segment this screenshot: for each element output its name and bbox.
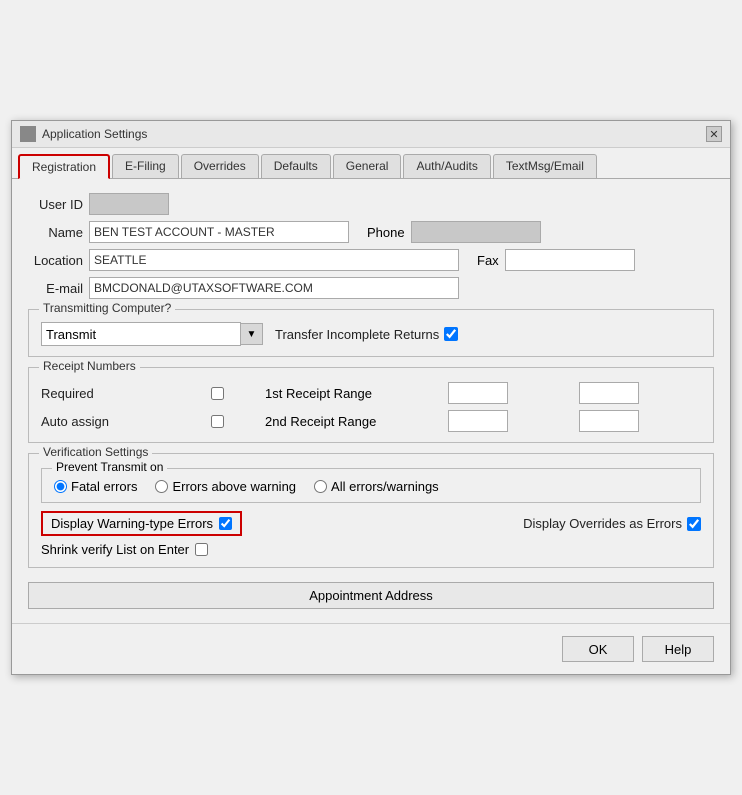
email-label: E-mail	[28, 281, 83, 296]
transmit-select-wrapper: Transmit ▼	[41, 322, 263, 346]
location-row: Location Fax	[28, 249, 714, 271]
location-label: Location	[28, 253, 83, 268]
second-range-input-1[interactable]	[448, 410, 508, 432]
transfer-incomplete-checkbox[interactable]	[444, 327, 458, 341]
transfer-incomplete-label: Transfer Incomplete Returns	[275, 327, 458, 342]
tab-registration[interactable]: Registration	[18, 154, 110, 179]
name-label: Name	[28, 225, 83, 240]
tab-auth-audits[interactable]: Auth/Audits	[403, 154, 490, 178]
transfer-incomplete-text: Transfer Incomplete Returns	[275, 327, 439, 342]
appointment-address-button[interactable]: Appointment Address	[28, 582, 714, 609]
fatal-errors-radio[interactable]	[54, 480, 67, 493]
tab-content: User ID Name Phone Location Fax E-mail	[12, 179, 730, 623]
email-input[interactable]	[89, 277, 459, 299]
user-id-input[interactable]	[89, 193, 169, 215]
fax-label: Fax	[477, 253, 499, 268]
tabs-bar: Registration E-Filing Overrides Defaults…	[12, 148, 730, 179]
name-input[interactable]	[89, 221, 349, 243]
user-id-label: User ID	[28, 197, 83, 212]
errors-above-warning-label: Errors above warning	[155, 479, 296, 494]
first-range-input-1[interactable]	[448, 382, 508, 404]
second-range-label: 2nd Receipt Range	[265, 414, 438, 429]
window-title: Application Settings	[42, 127, 147, 141]
phone-label: Phone	[367, 225, 405, 240]
receipt-grid: Required 1st Receipt Range Auto assign 2…	[41, 382, 701, 432]
fax-group: Fax	[477, 249, 635, 271]
shrink-verify-checkbox[interactable]	[195, 543, 208, 556]
errors-above-warning-text: Errors above warning	[172, 479, 296, 494]
transmit-row: Transmit ▼ Transfer Incomplete Returns	[41, 322, 701, 346]
phone-input[interactable]	[411, 221, 541, 243]
prevent-transmit-radio-row: Fatal errors Errors above warning All er…	[54, 479, 688, 494]
prevent-transmit-box: Prevent Transmit on Fatal errors Errors …	[41, 468, 701, 503]
required-label: Required	[41, 386, 170, 401]
auto-assign-text: Auto assign	[41, 414, 109, 429]
user-id-row: User ID	[28, 193, 714, 215]
tab-efiling[interactable]: E-Filing	[112, 154, 179, 178]
all-errors-text: All errors/warnings	[331, 479, 439, 494]
first-range-input-2[interactable]	[579, 382, 639, 404]
phone-group: Phone	[367, 221, 541, 243]
display-overrides-text: Display Overrides as Errors	[523, 516, 682, 531]
fatal-errors-text: Fatal errors	[71, 479, 137, 494]
close-button[interactable]: ✕	[706, 126, 722, 142]
fatal-errors-label: Fatal errors	[54, 479, 137, 494]
ok-button[interactable]: OK	[562, 636, 634, 662]
verification-section: Verification Settings Prevent Transmit o…	[28, 453, 714, 568]
first-range-label: 1st Receipt Range	[265, 386, 438, 401]
required-checkbox[interactable]	[180, 387, 255, 400]
footer: OK Help	[12, 623, 730, 674]
transmit-select[interactable]: Transmit	[41, 322, 241, 346]
shrink-verify-row: Shrink verify List on Enter	[41, 542, 701, 557]
help-button[interactable]: Help	[642, 636, 714, 662]
display-overrides-label: Display Overrides as Errors	[523, 516, 701, 531]
warning-overrides-row: Display Warning-type Errors Display Over…	[41, 511, 701, 536]
select-dropdown-arrow[interactable]: ▼	[241, 323, 263, 345]
tab-textmsg-email[interactable]: TextMsg/Email	[493, 154, 597, 178]
auto-assign-label: Auto assign	[41, 414, 170, 429]
app-icon	[20, 126, 36, 142]
all-errors-radio[interactable]	[314, 480, 327, 493]
tab-defaults[interactable]: Defaults	[261, 154, 331, 178]
title-bar: Application Settings ✕	[12, 121, 730, 148]
errors-above-warning-radio[interactable]	[155, 480, 168, 493]
fax-input[interactable]	[505, 249, 635, 271]
display-warning-checkbox[interactable]	[219, 517, 232, 530]
transmitting-section: Transmitting Computer? Transmit ▼ Transf…	[28, 309, 714, 357]
display-warning-highlighted: Display Warning-type Errors	[41, 511, 242, 536]
location-input[interactable]	[89, 249, 459, 271]
all-errors-label: All errors/warnings	[314, 479, 439, 494]
receipt-numbers-section: Receipt Numbers Required 1st Receipt Ran…	[28, 367, 714, 443]
tab-general[interactable]: General	[333, 154, 402, 178]
prevent-transmit-title: Prevent Transmit on	[52, 460, 167, 474]
receipt-numbers-title: Receipt Numbers	[39, 359, 140, 373]
auto-assign-checkbox[interactable]	[180, 415, 255, 428]
required-text: Required	[41, 386, 94, 401]
transmitting-title: Transmitting Computer?	[39, 301, 175, 315]
tab-overrides[interactable]: Overrides	[181, 154, 259, 178]
application-settings-window: Application Settings ✕ Registration E-Fi…	[11, 120, 731, 675]
display-overrides-checkbox[interactable]	[687, 517, 701, 531]
email-row: E-mail	[28, 277, 714, 299]
title-bar-left: Application Settings	[20, 126, 147, 142]
verification-title: Verification Settings	[39, 445, 152, 459]
display-warning-text: Display Warning-type Errors	[51, 516, 213, 531]
name-row: Name Phone	[28, 221, 714, 243]
shrink-verify-text: Shrink verify List on Enter	[41, 542, 189, 557]
second-range-input-2[interactable]	[579, 410, 639, 432]
